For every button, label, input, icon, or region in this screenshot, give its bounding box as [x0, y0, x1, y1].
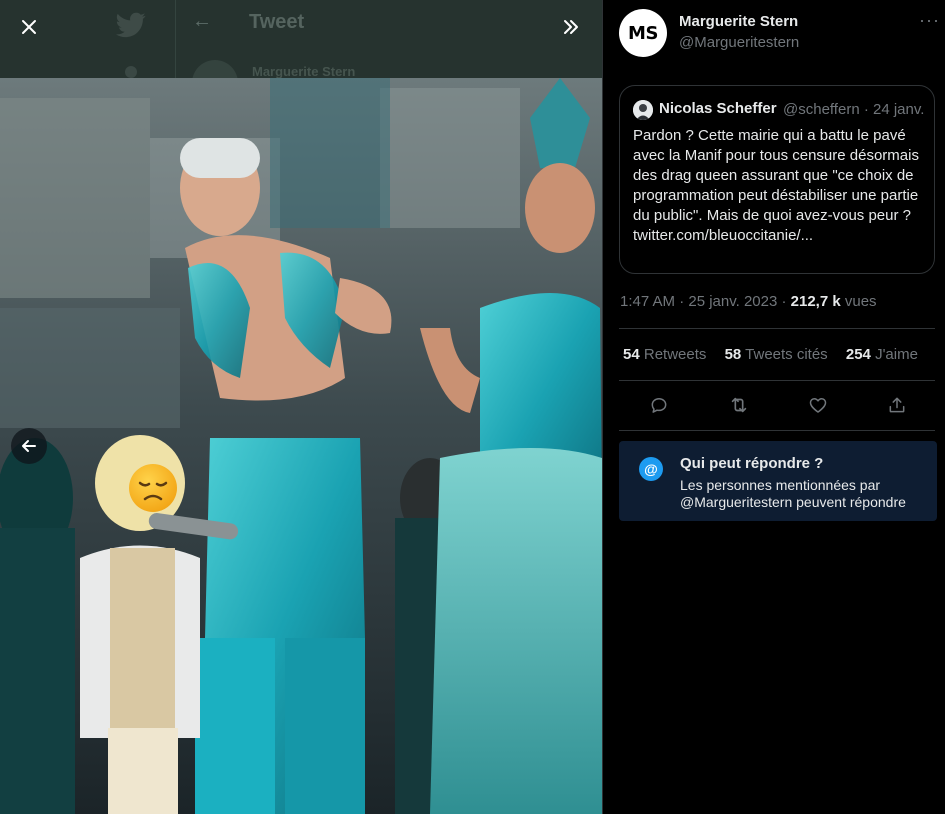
dimmed-author-name: Marguerite Stern: [252, 64, 356, 79]
collapse-panel-button[interactable]: [553, 9, 589, 45]
heart-icon: [809, 398, 827, 413]
quoted-tweet-text: Pardon ? Cette mairie qui a battu le pav…: [633, 127, 919, 244]
media-viewer: ← Tweet Marguerite Stern: [0, 0, 602, 814]
retweet-button[interactable]: [724, 390, 754, 420]
retweets-label: Retweets: [643, 346, 707, 363]
more-dots-icon: ···: [919, 10, 940, 30]
quoted-author-handle: @scheffern: [783, 101, 860, 118]
divider: [619, 328, 935, 329]
tweet-detail-panel: MS Marguerite Stern @Margueritestern ···…: [602, 0, 945, 814]
author-avatar-initials: MS: [628, 22, 658, 44]
retweets-count: 54: [623, 346, 640, 363]
tweet-photo: [0, 78, 602, 814]
share-icon: [889, 397, 905, 413]
more-options-button[interactable]: ···: [913, 8, 941, 32]
previous-image-button[interactable]: [11, 428, 47, 464]
retweet-icon: [731, 397, 747, 413]
quoted-author-avatar: [633, 100, 653, 120]
dimmed-header-title: Tweet: [249, 11, 305, 33]
engagement-stats: 54 Retweets 58 Tweets cités 254 J'aime: [623, 346, 932, 363]
quoted-author-meta: @scheffern · 24 janv.: [783, 101, 924, 118]
reply-restriction-title: Qui peut répondre ?: [680, 455, 824, 472]
tweet-time-date[interactable]: 1:47 AM · 25 janv. 2023 ·: [620, 293, 791, 310]
double-chevron-right-icon: [564, 20, 578, 34]
retweets-stat[interactable]: 54 Retweets: [623, 346, 706, 363]
reply-icon: [651, 398, 667, 413]
meta-separator: ·: [863, 101, 869, 118]
view-count: 212,7 k: [790, 293, 841, 310]
back-arrow-icon: ←: [192, 10, 212, 32]
reply-restriction-notice: @ Qui peut répondre ? Les personnes ment…: [619, 441, 937, 521]
reply-restriction-body: Les personnes mentionnées par @Marguerit…: [680, 477, 906, 510]
close-icon: [22, 20, 36, 34]
share-button[interactable]: [882, 390, 912, 420]
tweet-action-bar: [619, 388, 935, 422]
person-avatar-icon: [633, 100, 653, 120]
likes-stat[interactable]: 254 J'aime: [846, 346, 918, 363]
quoted-tweet-date: 24 janv.: [873, 101, 925, 118]
quote-tweets-label: Tweets cités: [745, 346, 828, 363]
dimmed-background-header: ← Tweet Marguerite Stern: [0, 0, 602, 106]
author-avatar[interactable]: MS: [619, 9, 667, 57]
divider: [619, 430, 935, 431]
column-divider: [175, 0, 176, 78]
twitter-bird-icon: [116, 12, 146, 38]
reply-button[interactable]: [644, 390, 674, 420]
quoted-author-name: Nicolas Scheffer: [659, 100, 777, 117]
like-button[interactable]: [803, 390, 833, 420]
likes-count: 254: [845, 346, 871, 363]
divider: [619, 380, 935, 381]
quoted-tweet-card[interactable]: Nicolas Scheffer @scheffern · 24 janv. P…: [619, 85, 935, 274]
dimmed-nav-icon: [125, 66, 137, 78]
disappointed-face-emoji-icon: [129, 464, 177, 512]
author-name[interactable]: Marguerite Stern: [679, 13, 798, 30]
close-button[interactable]: [11, 9, 47, 45]
arrow-left-icon: [22, 440, 36, 452]
likes-label: J'aime: [875, 346, 918, 363]
tweet-timestamp: 1:47 AM · 25 janv. 2023 · 212,7 k vues: [620, 293, 877, 310]
quote-tweets-stat[interactable]: 58 Tweets cités: [725, 346, 828, 363]
mention-at-icon: @: [639, 457, 663, 481]
author-handle[interactable]: @Margueritestern: [679, 34, 799, 51]
view-label: vues: [844, 293, 877, 310]
quote-tweets-count: 58: [724, 346, 742, 363]
